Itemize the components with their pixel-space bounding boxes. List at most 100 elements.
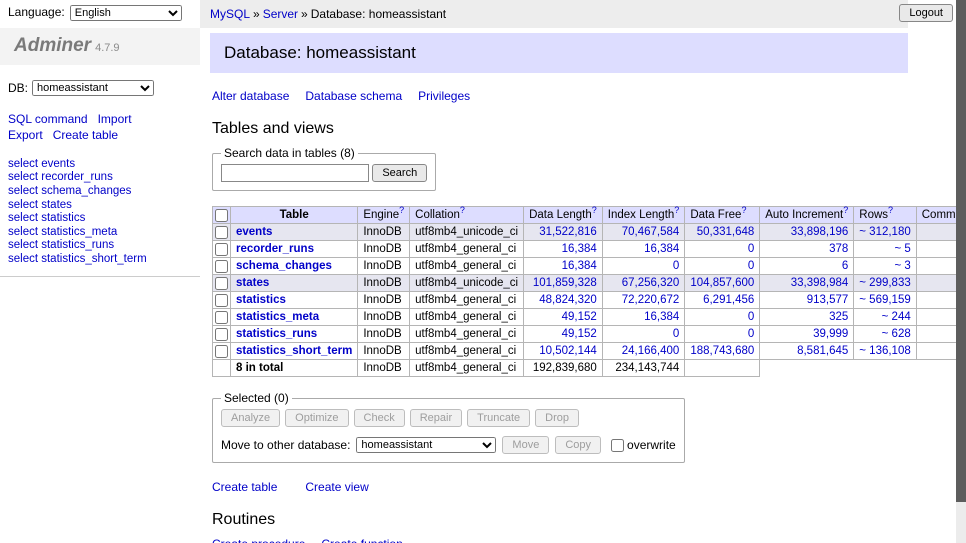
tables-heading: Tables and views	[212, 120, 908, 138]
row-checkbox[interactable]	[215, 345, 228, 358]
vertical-scrollbar[interactable]	[956, 0, 966, 543]
table-row: statistics_meta InnoDB utf8mb4_general_c…	[213, 309, 966, 326]
breadcrumb-current: Database: homeassistant	[311, 7, 446, 21]
column-header-label: Engine	[363, 209, 399, 221]
table-name-link[interactable]: statistics_short_term	[236, 345, 352, 357]
sidebar-table-link[interactable]: select recorder_runs	[8, 171, 200, 184]
sidebar-table-links: select eventsselect recorder_runsselect …	[0, 158, 200, 277]
help-icon[interactable]: ?	[741, 205, 746, 215]
table-name-link[interactable]: statistics	[236, 294, 286, 306]
collation-cell: utf8mb4_general_ci	[410, 258, 524, 275]
search-legend: Search data in tables (8)	[221, 146, 358, 160]
sidebar-table-link[interactable]: select events	[8, 158, 200, 171]
data-free-cell: 0	[685, 309, 760, 326]
move-db-select[interactable]: homeassistant	[356, 437, 496, 453]
sidebar-table-link[interactable]: select statistics	[8, 212, 200, 225]
db-nav-link[interactable]: Database schema	[305, 89, 402, 103]
search-fieldset: Search data in tables (8) Search	[212, 146, 436, 191]
breadcrumb-server-link[interactable]: Server	[263, 7, 298, 21]
table-row: recorder_runs InnoDB utf8mb4_general_ci …	[213, 241, 966, 258]
rows-count-link[interactable]: ~ 244	[854, 309, 916, 326]
table-name-link[interactable]: states	[236, 277, 269, 289]
scrollbar-thumb[interactable]	[956, 0, 966, 502]
help-icon[interactable]: ?	[399, 205, 404, 215]
adminer-logo-link[interactable]: Adminer	[14, 35, 91, 56]
rows-count-link[interactable]: ~ 628	[854, 326, 916, 343]
db-nav-link[interactable]: Privileges	[418, 89, 470, 103]
column-header: Auto Increment?	[760, 207, 854, 224]
sidebar-actions-row2: Export Create table	[0, 129, 200, 143]
rows-count-link[interactable]: ~ 299,833	[854, 275, 916, 292]
sidebar-table-link[interactable]: select statistics_short_term	[8, 253, 200, 266]
collation-cell: utf8mb4_general_ci	[410, 241, 524, 258]
rows-count-link[interactable]: ~ 312,180	[854, 224, 916, 241]
table-name-cell: statistics_runs	[231, 326, 358, 343]
top-bar: Language: English MySQL»Server»Database:…	[0, 0, 966, 28]
row-checkbox[interactable]	[215, 294, 228, 307]
help-icon[interactable]: ?	[592, 205, 597, 215]
sidebar-action-link[interactable]: Create table	[53, 128, 118, 142]
sidebar-table-link[interactable]: select schema_changes	[8, 185, 200, 198]
breadcrumb-mysql-link[interactable]: MySQL	[210, 7, 250, 21]
select-all-checkbox[interactable]	[215, 209, 228, 222]
row-checkbox[interactable]	[215, 226, 228, 239]
page-title: Database: homeassistant	[210, 33, 908, 73]
row-checkbox[interactable]	[215, 277, 228, 290]
table-row: states InnoDB utf8mb4_unicode_ci 101,859…	[213, 275, 966, 292]
row-checkbox[interactable]	[215, 328, 228, 341]
total-collation: utf8mb4_general_ci	[410, 360, 524, 377]
total-label: 8 in total	[231, 360, 358, 377]
rows-count-link[interactable]: ~ 569,159	[854, 292, 916, 309]
help-icon[interactable]: ?	[843, 205, 848, 215]
sidebar-action-link[interactable]: Import	[98, 112, 132, 126]
table-name-link[interactable]: statistics_meta	[236, 311, 319, 323]
db-select[interactable]: homeassistant	[32, 80, 154, 96]
index-length-cell: 70,467,584	[602, 224, 685, 241]
help-icon[interactable]: ?	[460, 205, 465, 215]
rows-count-link[interactable]: ~ 5	[854, 241, 916, 258]
table-name-link[interactable]: events	[236, 226, 272, 238]
logout-button[interactable]: Logout	[899, 4, 953, 22]
overwrite-checkbox[interactable]	[611, 439, 624, 452]
collation-cell: utf8mb4_general_ci	[410, 309, 524, 326]
table-name-cell: statistics_short_term	[231, 343, 358, 360]
db-nav-link[interactable]: Alter database	[212, 89, 289, 103]
table-row: events InnoDB utf8mb4_unicode_ci 31,522,…	[213, 224, 966, 241]
routine-link[interactable]: Create procedure	[212, 537, 305, 543]
db-label: DB:	[8, 81, 28, 95]
data-free-cell: 0	[685, 258, 760, 275]
selected-action-button: Analyze	[221, 409, 280, 427]
collation-cell: utf8mb4_general_ci	[410, 343, 524, 360]
sidebar-table-link[interactable]: select statistics_runs	[8, 239, 200, 252]
sidebar-action-link[interactable]: SQL command	[8, 112, 88, 126]
table-row: schema_changes InnoDB utf8mb4_general_ci…	[213, 258, 966, 275]
collation-cell: utf8mb4_unicode_ci	[410, 224, 524, 241]
help-icon[interactable]: ?	[674, 205, 679, 215]
column-header-label: Data Length	[529, 209, 592, 221]
row-checkbox[interactable]	[215, 243, 228, 256]
column-header-label: Table	[280, 209, 309, 221]
language-select[interactable]: English	[70, 5, 182, 21]
routine-link[interactable]: Create function	[321, 537, 402, 543]
sidebar-action-link[interactable]: Export	[8, 128, 43, 142]
search-input[interactable]	[221, 164, 369, 182]
help-icon[interactable]: ?	[888, 205, 893, 215]
search-button[interactable]: Search	[372, 164, 427, 182]
table-name-link[interactable]: statistics_runs	[236, 328, 317, 340]
row-checkbox[interactable]	[215, 260, 228, 273]
rows-count-link[interactable]: ~ 136,108	[854, 343, 916, 360]
table-name-link[interactable]: schema_changes	[236, 260, 332, 272]
app-logo: Adminer 4.7.9	[0, 28, 200, 65]
column-header-label: Rows	[859, 209, 888, 221]
sidebar-table-link[interactable]: select states	[8, 199, 200, 212]
breadcrumb-separator: »	[253, 7, 260, 21]
table-name-link[interactable]: recorder_runs	[236, 243, 314, 255]
rows-count-link[interactable]: ~ 3	[854, 258, 916, 275]
create-link[interactable]: Create view	[305, 480, 368, 494]
data-free-cell: 104,857,600	[685, 275, 760, 292]
create-link[interactable]: Create table	[212, 480, 277, 494]
auto-increment-cell: 33,398,984	[760, 275, 854, 292]
sidebar-table-link[interactable]: select statistics_meta	[8, 226, 200, 239]
row-checkbox[interactable]	[215, 311, 228, 324]
app-version: 4.7.9	[95, 42, 119, 54]
